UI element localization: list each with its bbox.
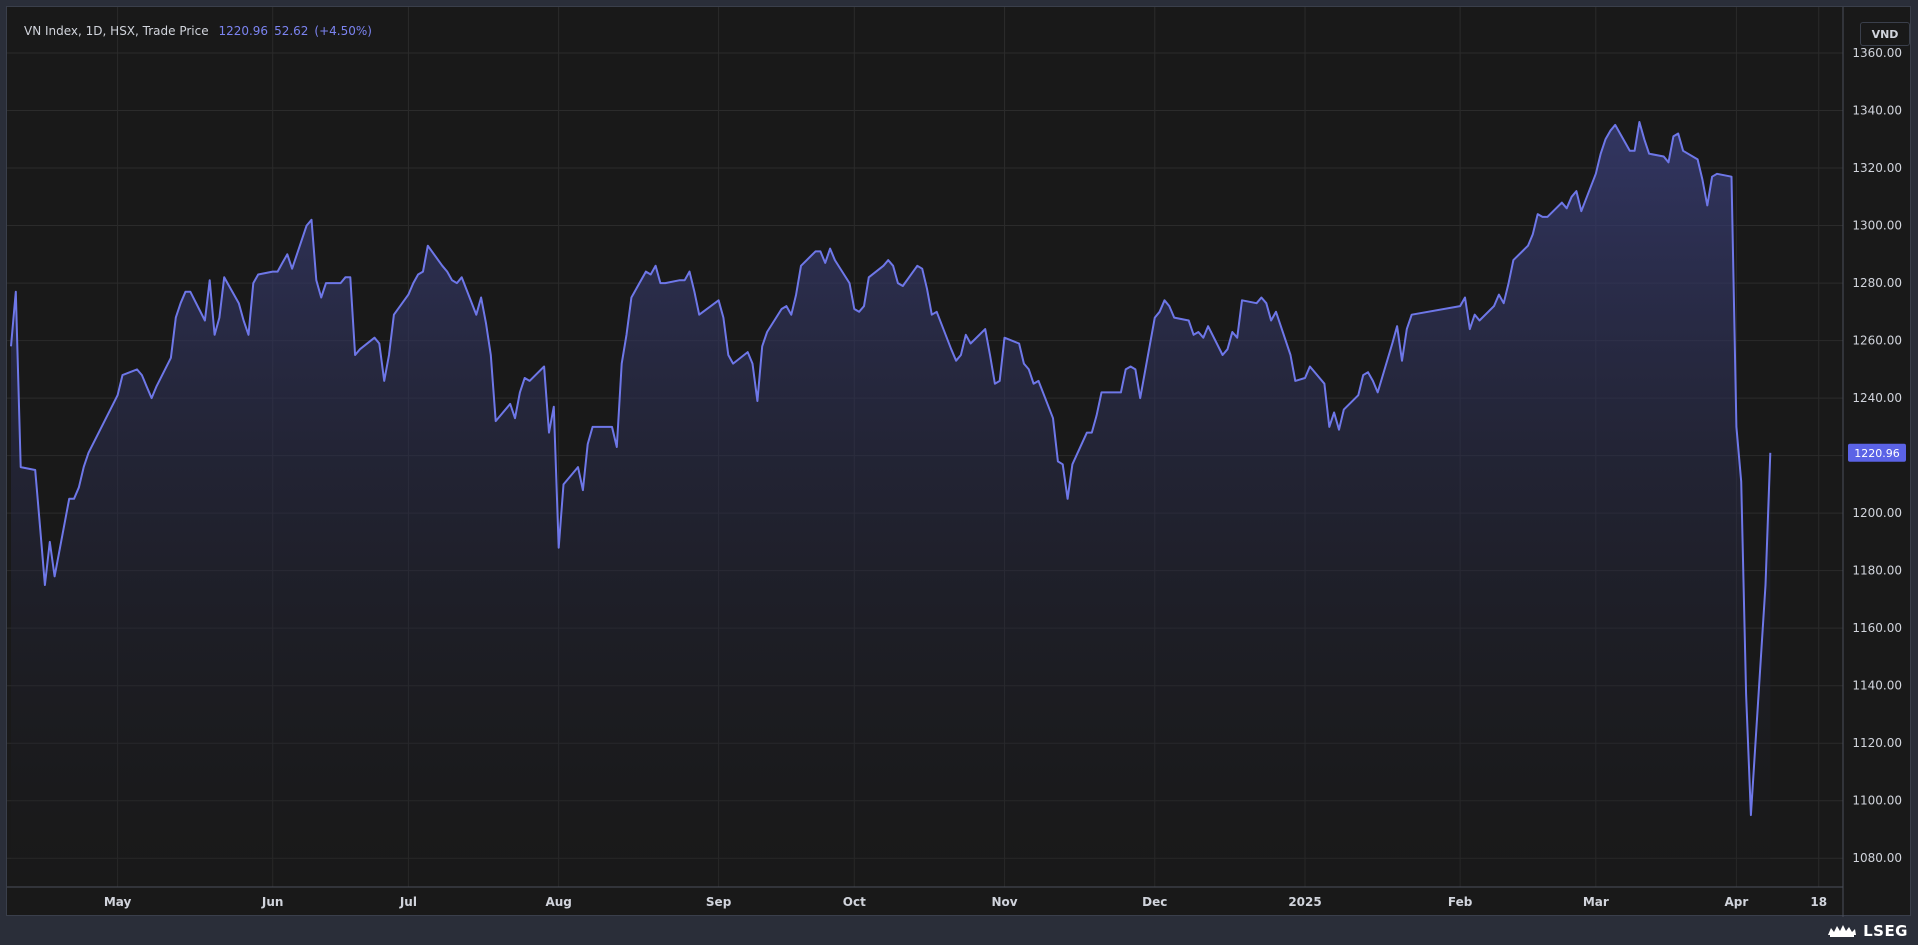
legend-title: VN Index, 1D, HSX, Trade Price — [24, 24, 209, 38]
y-tick-label: 1200.00 — [1852, 506, 1902, 520]
y-tick-label: 1140.00 — [1852, 679, 1902, 693]
y-tick-label: 1280.00 — [1852, 276, 1902, 290]
brand: LSEG — [1827, 922, 1908, 940]
chart-panel[interactable]: 1080.00 1100.00 1120.00 1140.00 1160.00 1180.… — [6, 6, 1912, 917]
y-tick-label: 1100.00 — [1852, 794, 1902, 808]
y-tick-label: 1260.00 — [1852, 334, 1902, 348]
y-tick-label: 1120.00 — [1852, 736, 1902, 750]
x-tick-label: Jul — [399, 895, 417, 909]
x-tick-label: Mar — [1583, 895, 1609, 909]
last-price-label: 1220.96 — [1848, 443, 1906, 462]
x-tick-label: Oct — [843, 895, 866, 909]
y-tick-label: 1340.00 — [1852, 104, 1902, 118]
svg-text:1220.96: 1220.96 — [1854, 447, 1900, 460]
y-tick-label: 1360.00 — [1852, 46, 1902, 60]
brand-name: LSEG — [1863, 922, 1908, 940]
y-tick-label: 1240.00 — [1852, 391, 1902, 405]
x-tick-label: 2025 — [1288, 895, 1321, 909]
price-area — [11, 122, 1771, 887]
y-tick-label: 1300.00 — [1852, 219, 1902, 233]
chart-legend: VN Index, 1D, HSX, Trade Price 1220.96 52… — [24, 24, 378, 38]
legend-change: 52.62 — [274, 24, 309, 38]
y-tick-label: 1320.00 — [1852, 161, 1902, 175]
x-tick-label: Feb — [1448, 895, 1473, 909]
x-tick-label: May — [104, 895, 132, 909]
y-tick-label: 1080.00 — [1852, 851, 1902, 865]
x-tick-label: Apr — [1724, 895, 1748, 909]
x-tick-label: 18 — [1810, 895, 1827, 909]
x-tick-label: Dec — [1142, 895, 1167, 909]
x-tick-label: Sep — [706, 895, 732, 909]
legend-last-value: 1220.96 — [218, 24, 269, 38]
lseg-logo-icon — [1828, 925, 1857, 937]
currency-button[interactable]: VND — [1860, 22, 1910, 46]
y-tick-label: 1180.00 — [1852, 564, 1902, 578]
x-tick-label: Jun — [261, 895, 284, 909]
y-tick-label: 1160.00 — [1852, 621, 1902, 635]
price-chart[interactable]: 1080.00 1100.00 1120.00 1140.00 1160.00 1180.… — [7, 7, 1912, 917]
legend-values: 1220.96 52.62 (+4.50%) — [218, 24, 378, 38]
x-tick-label: Nov — [991, 895, 1017, 909]
x-tick-label: Aug — [545, 895, 571, 909]
time-axis[interactable]: May Jun Jul Aug Sep Oct Nov Dec 2025 Feb Mar Apr 18 — [104, 895, 1827, 909]
footer-bar: LSEG — [0, 918, 1918, 945]
legend-change-pct: (+4.50%) — [314, 24, 372, 38]
